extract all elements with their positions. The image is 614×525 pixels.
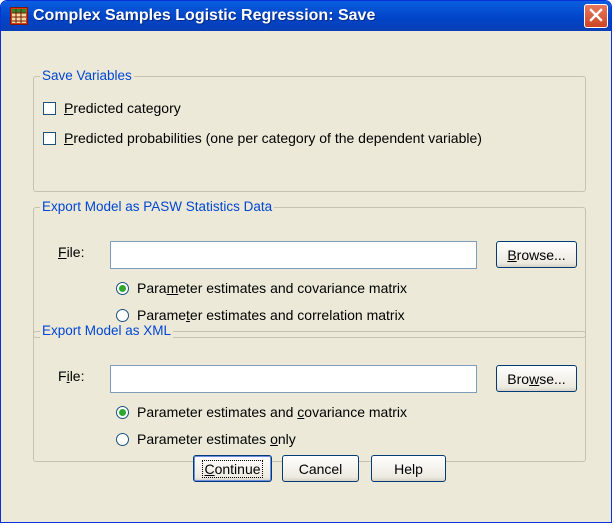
checkbox-box[interactable] (43, 101, 56, 115)
predicted-probabilities-label: Predicted probabilities (one per categor… (64, 130, 482, 146)
close-button[interactable] (584, 4, 608, 28)
xml-file-label: File: (58, 368, 85, 384)
help-button[interactable]: Help (371, 455, 446, 482)
xml-browse-button[interactable]: Browse... (496, 365, 577, 392)
title-bar[interactable]: Complex Samples Logistic Regression: Sav… (1, 1, 611, 31)
xml-covariance-label: Parameter estimates and covariance matri… (137, 404, 407, 420)
pasw-covariance-label: Parameter estimates and covariance matri… (137, 280, 408, 296)
spss-grid-icon (10, 7, 28, 25)
radio-selected[interactable] (116, 405, 129, 419)
radio-unselected[interactable] (116, 308, 129, 322)
export-pasw-legend: Export Model as PASW Statistics Data (40, 199, 275, 214)
predicted-category-checkbox[interactable]: Predicted category (43, 99, 181, 117)
predicted-category-label: Predicted category (64, 100, 181, 116)
export-pasw-group: Export Model as PASW Statistics Data Fil… (33, 199, 586, 338)
pasw-file-input[interactable] (110, 241, 477, 269)
pasw-correlation-radio[interactable]: Parameter estimates and correlation matr… (116, 306, 405, 324)
xml-covariance-radio[interactable]: Parameter estimates and covariance matri… (116, 403, 407, 421)
radio-unselected[interactable] (116, 432, 129, 446)
xml-estimates-only-radio[interactable]: Parameter estimates only (116, 430, 296, 448)
pasw-browse-button[interactable]: Browse... (496, 241, 577, 268)
cancel-button[interactable]: Cancel (282, 455, 359, 482)
pasw-covariance-radio[interactable]: Parameter estimates and covariance matri… (116, 279, 407, 297)
close-icon (589, 8, 603, 22)
dialog-body: Save Variables Predicted category Predic… (3, 31, 609, 520)
predicted-probabilities-checkbox[interactable]: Predicted probabilities (one per categor… (43, 129, 482, 147)
window-title: Complex Samples Logistic Regression: Sav… (33, 7, 376, 24)
checkbox-box[interactable] (43, 131, 56, 145)
save-variables-legend: Save Variables (40, 68, 134, 83)
save-dialog: Complex Samples Logistic Regression: Sav… (0, 0, 612, 523)
save-variables-group: Save Variables Predicted category Predic… (33, 68, 586, 192)
xml-file-input[interactable] (110, 365, 477, 393)
continue-button[interactable]: Continue (193, 455, 272, 482)
export-xml-legend: Export Model as XML (40, 323, 174, 338)
focus-indicator: Continue (202, 459, 263, 478)
radio-selected[interactable] (116, 281, 129, 295)
pasw-correlation-label: Parameter estimates and correlation matr… (137, 307, 405, 323)
export-xml-group: Export Model as XML File: Browse... Para… (33, 323, 586, 462)
pasw-file-label: File: (58, 244, 85, 260)
xml-estimates-only-label: Parameter estimates only (137, 431, 296, 447)
